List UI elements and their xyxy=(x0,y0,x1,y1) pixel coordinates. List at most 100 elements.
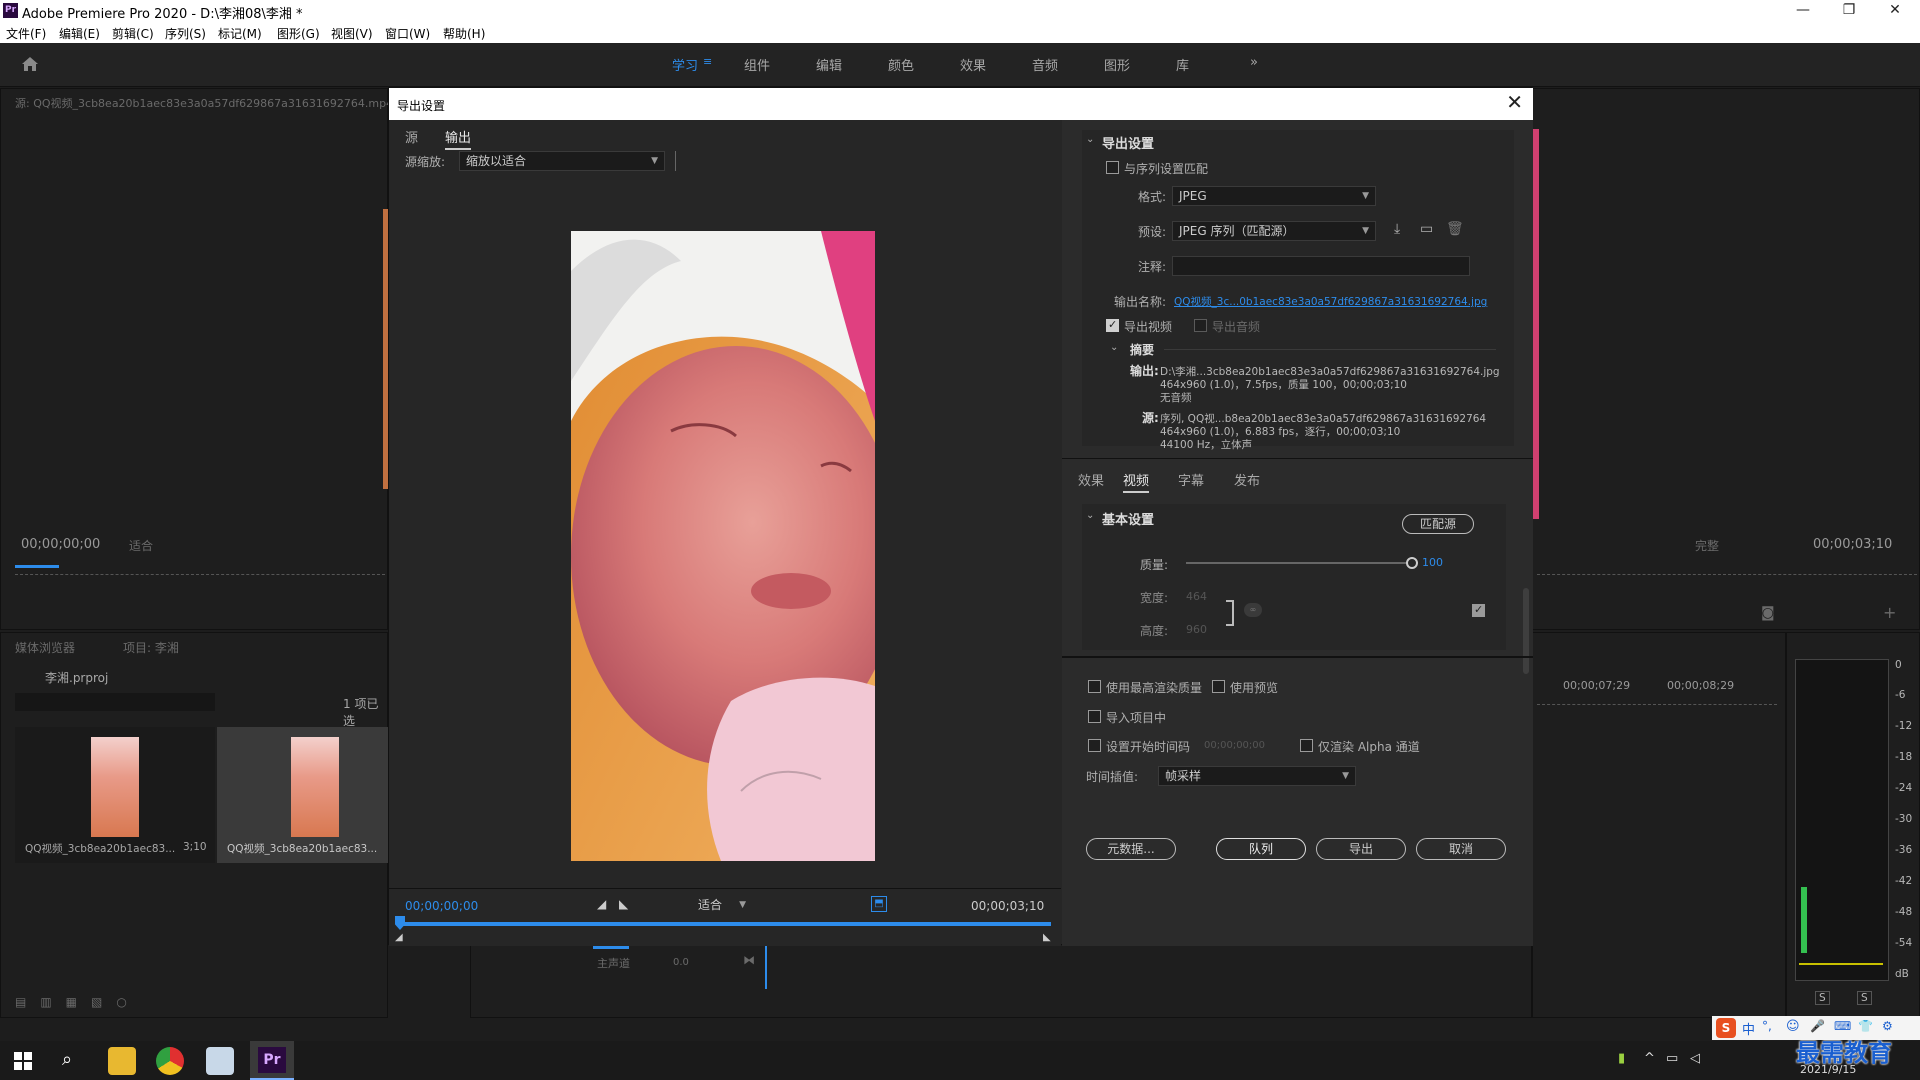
workspace-audio[interactable]: 音频 xyxy=(1032,55,1058,74)
settings-scrollbar[interactable] xyxy=(1523,588,1529,674)
timeline-ruler[interactable] xyxy=(1537,697,1777,705)
file-explorer-icon[interactable] xyxy=(108,1047,136,1075)
menu-edit[interactable]: 编辑(E) xyxy=(59,25,100,42)
camera-icon[interactable]: ◙ xyxy=(1761,605,1775,621)
preset-dropdown[interactable]: JPEG 序列（匹配源） ▼ xyxy=(1172,221,1376,241)
workspace-color[interactable]: 颜色 xyxy=(888,55,914,74)
ime-lang[interactable]: 中 xyxy=(1742,1019,1755,1038)
project-toolbar-icons[interactable]: ▤▥▦▧○ xyxy=(15,995,141,1009)
ime-punct[interactable]: °, xyxy=(1762,1019,1772,1033)
close-window-button[interactable]: ✕ xyxy=(1872,0,1918,22)
dialog-close-icon[interactable]: ✕ xyxy=(1506,90,1523,114)
paint-icon[interactable] xyxy=(206,1047,234,1075)
quality-slider-thumb[interactable] xyxy=(1406,557,1418,569)
max-quality-checkbox[interactable] xyxy=(1088,680,1101,693)
ime-settings[interactable]: ⚙ xyxy=(1882,1019,1893,1033)
workspace-graphics[interactable]: 图形 xyxy=(1104,55,1130,74)
source-ruler[interactable] xyxy=(15,567,385,575)
program-ruler[interactable] xyxy=(1537,567,1917,575)
quality-value[interactable]: 100 xyxy=(1422,556,1443,569)
workspace-assembly[interactable]: 组件 xyxy=(744,55,770,74)
range-end-icon[interactable]: ◣ xyxy=(1043,932,1051,943)
alpha-only-checkbox[interactable] xyxy=(1300,739,1313,752)
metadata-button[interactable]: 元数据... xyxy=(1086,838,1176,860)
workspace-editing[interactable]: 编辑 xyxy=(816,55,842,74)
project-search-input[interactable] xyxy=(15,693,215,711)
source-tab[interactable]: 源: QQ视频_3cb8ea20b1aec83e3a0a57df629867a3… xyxy=(15,95,393,111)
chevron-down-icon[interactable]: ⌄ xyxy=(1110,342,1118,353)
home-icon[interactable] xyxy=(20,54,40,74)
export-video-checkbox[interactable] xyxy=(1106,318,1119,332)
mark-out-icon[interactable]: ◣ xyxy=(619,897,628,911)
menu-marker[interactable]: 标记(M) xyxy=(218,25,262,42)
project-item[interactable]: QQ视频_3cb8ea20b1aec83... xyxy=(217,727,389,863)
track-end-icon[interactable]: ⧓ xyxy=(743,953,755,967)
add-button-icon[interactable]: + xyxy=(1883,603,1896,622)
aspect-toggle-icon[interactable]: ⬒ xyxy=(871,896,887,912)
set-timecode-checkbox[interactable] xyxy=(1088,739,1101,752)
workspace-libraries[interactable]: 库 xyxy=(1176,55,1189,74)
source-fit[interactable]: 适合 xyxy=(129,537,153,554)
delete-preset-icon[interactable]: 🗑 xyxy=(1446,221,1464,237)
menu-help[interactable]: 帮助(H) xyxy=(443,25,485,42)
solo-left-button[interactable]: S xyxy=(1815,991,1830,1005)
tray-expand-icon[interactable]: ^ xyxy=(1644,1051,1655,1066)
tab-effects[interactable]: 效果 xyxy=(1078,470,1104,489)
link-icon[interactable]: ∞ xyxy=(1244,603,1262,617)
range-start-icon[interactable]: ◢ xyxy=(395,932,403,943)
workspace-effects[interactable]: 效果 xyxy=(960,55,986,74)
tab-source[interactable]: 源 xyxy=(405,127,418,146)
ime-emoji[interactable]: ☺ xyxy=(1786,1019,1800,1034)
tab-media-browser[interactable]: 媒体浏览器 xyxy=(15,639,75,656)
timeline-playhead[interactable] xyxy=(765,945,767,989)
source-scale-dropdown[interactable]: 缩放以适合 ▼ xyxy=(459,151,665,171)
sogou-icon[interactable]: S xyxy=(1716,1018,1736,1038)
tab-captions[interactable]: 字幕 xyxy=(1178,470,1204,489)
format-dropdown[interactable]: JPEG ▼ xyxy=(1172,186,1376,206)
fit-dropdown[interactable]: 适合 ▼ xyxy=(691,895,753,915)
chevron-down-icon[interactable]: ⌄ xyxy=(1086,134,1094,145)
tab-output[interactable]: 输出 xyxy=(445,127,472,150)
mark-in-icon[interactable]: ◢ xyxy=(597,897,606,911)
interpolation-dropdown[interactable]: 帧采样 ▼ xyxy=(1158,766,1356,786)
export-range-bar[interactable] xyxy=(399,922,1051,926)
network-icon[interactable]: ▭ xyxy=(1666,1051,1678,1066)
use-preview-checkbox[interactable] xyxy=(1212,680,1225,693)
size-checkbox[interactable] xyxy=(1472,603,1485,617)
solo-right-button[interactable]: S xyxy=(1857,991,1872,1005)
queue-button[interactable]: 队列 xyxy=(1216,838,1306,860)
tab-publish[interactable]: 发布 xyxy=(1234,470,1260,489)
premiere-taskbar-item[interactable]: Pr xyxy=(250,1041,294,1080)
menu-file[interactable]: 文件(F) xyxy=(6,25,46,42)
output-name-link[interactable]: QQ视频_3c...0b1aec83e3a0a57df629867a316316… xyxy=(1174,294,1487,309)
chevron-down-icon[interactable]: ⌄ xyxy=(1086,510,1094,521)
ime-keyboard[interactable]: ⌨ xyxy=(1834,1019,1851,1033)
quality-slider-track[interactable] xyxy=(1186,562,1412,564)
save-preset-icon[interactable]: ⤓ xyxy=(1394,221,1400,237)
workspace-learn[interactable]: 学习 xyxy=(672,55,698,74)
tab-project[interactable]: 项目: 李湘 xyxy=(123,639,179,656)
volume-icon[interactable]: ◁ xyxy=(1690,1051,1700,1066)
chrome-icon[interactable] xyxy=(156,1047,184,1075)
tab-video[interactable]: 视频 xyxy=(1123,470,1150,493)
menu-window[interactable]: 窗口(W) xyxy=(385,25,430,42)
export-audio-checkbox[interactable] xyxy=(1194,319,1207,332)
workspace-overflow-icon[interactable]: » xyxy=(1250,55,1258,70)
menu-clip[interactable]: 剪辑(C) xyxy=(112,25,154,42)
source-playhead[interactable] xyxy=(15,565,59,568)
ime-voice[interactable]: 🎤 xyxy=(1810,1019,1825,1033)
match-sequence-checkbox[interactable] xyxy=(1106,161,1119,174)
ime-skin[interactable]: 👕 xyxy=(1858,1019,1873,1033)
match-source-button[interactable]: 匹配源 xyxy=(1402,514,1474,534)
import-preset-icon[interactable]: ▭ xyxy=(1420,221,1433,237)
minimize-button[interactable]: — xyxy=(1780,0,1826,22)
project-item[interactable]: QQ视频_3cb8ea20b1aec83... 3;10 xyxy=(15,727,215,863)
menu-sequence[interactable]: 序列(S) xyxy=(165,25,206,42)
maximize-button[interactable]: ❐ xyxy=(1826,0,1872,22)
workspace-menu-icon[interactable]: ≡ xyxy=(703,55,712,68)
import-project-checkbox[interactable] xyxy=(1088,710,1101,723)
comment-input[interactable] xyxy=(1172,256,1470,276)
battery-icon[interactable]: ▮ xyxy=(1618,1051,1625,1066)
menu-graphics[interactable]: 图形(G) xyxy=(277,25,320,42)
menu-view[interactable]: 视图(V) xyxy=(331,25,373,42)
